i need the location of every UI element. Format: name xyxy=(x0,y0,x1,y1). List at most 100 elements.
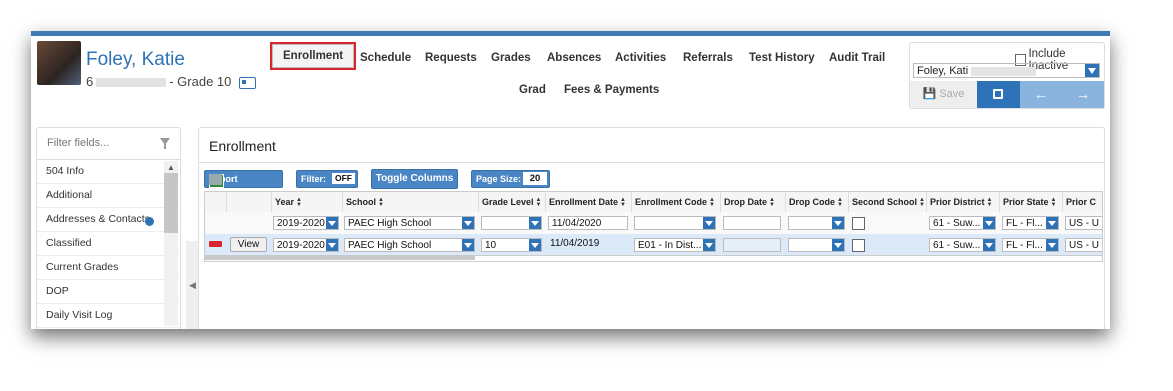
student-id-line: 6 - Grade 10 xyxy=(86,74,257,89)
column-header-second-school[interactable]: Second School ▲ ▼ xyxy=(848,192,926,212)
sidebar-item-daily-visit-log[interactable]: Daily Visit Log xyxy=(37,304,180,328)
delete-row-icon[interactable] xyxy=(209,241,222,247)
prior-district-select[interactable]: 61 - Suw... xyxy=(929,238,996,252)
tab-grad[interactable]: Grad xyxy=(519,84,546,96)
enrollment-grid: Year ▲ ▼ School ▲ ▼ Grade Level ▲ ▼ Enrollment… xyxy=(204,191,1103,262)
filter-enrollment-code-select[interactable] xyxy=(634,216,716,230)
tab-schedule[interactable]: Schedule xyxy=(360,52,411,64)
column-header-enrollment-code[interactable]: Enrollment Code ▲ ▼ xyxy=(631,192,720,212)
save-icon: 💾 xyxy=(922,88,937,100)
second-school-checkbox[interactable] xyxy=(852,239,865,252)
chevron-down-icon[interactable] xyxy=(1085,64,1099,77)
column-header-enrollment-date[interactable]: Enrollment Date ▲ ▼ xyxy=(545,192,631,212)
column-header-prior-state[interactable]: Prior State ▲ ▼ xyxy=(999,192,1062,212)
tab-activities[interactable]: Activities xyxy=(615,52,666,64)
filter-prior-district-select[interactable]: 61 - Suw... xyxy=(929,216,996,230)
filter-drop-code-select[interactable] xyxy=(788,216,845,230)
sidebar-item-additional[interactable]: Additional xyxy=(37,184,180,208)
enrollment-date-value[interactable]: 11/04/2019 xyxy=(550,238,599,249)
prior-state-select[interactable]: FL - Fl... xyxy=(1002,238,1059,252)
chevron-down-icon xyxy=(703,239,715,251)
id-card-icon[interactable] xyxy=(239,76,257,89)
tab-audit-trail[interactable]: Audit Trail xyxy=(829,52,885,64)
grid-horizontal-scrollbar[interactable] xyxy=(205,255,475,260)
year-select[interactable]: 2019-2020 xyxy=(273,238,339,252)
filter-fields-input[interactable]: Filter fields... xyxy=(37,128,180,160)
filter-toggle[interactable]: Filter: OFF xyxy=(296,170,358,188)
export-button[interactable]: Export xyxy=(204,170,283,188)
tab-requests[interactable]: Requests xyxy=(425,52,477,64)
right-arrow-icon: → xyxy=(1076,86,1090,102)
filter-school-select[interactable]: PAEC High School xyxy=(344,216,475,230)
next-student-button[interactable]: → xyxy=(1062,81,1104,108)
sidebar-item-current-grades[interactable]: Current Grades xyxy=(37,256,180,280)
page-size-control[interactable]: Page Size: 20 xyxy=(471,170,550,188)
enrollment-code-select[interactable]: E01 - In Dist... xyxy=(634,238,716,252)
tab-referrals[interactable]: Referrals xyxy=(683,52,733,64)
column-header-prior-district[interactable]: Prior District ▲ ▼ xyxy=(926,192,999,212)
drop-date-input[interactable] xyxy=(723,238,781,252)
scrollbar-thumb[interactable] xyxy=(164,173,178,233)
filter-drop-date-input[interactable] xyxy=(723,216,781,230)
save-label: Save xyxy=(939,88,965,100)
filter-year-select[interactable]: 2019-2020 xyxy=(273,216,339,230)
column-header-grade-level[interactable]: Grade Level ▲ ▼ xyxy=(478,192,545,212)
column-header-prior-country[interactable]: Prior C xyxy=(1062,192,1102,212)
column-header-school[interactable]: School ▲ ▼ xyxy=(342,192,478,212)
student-id-prefix: 6 xyxy=(86,74,94,89)
left-arrow-icon: ← xyxy=(1034,86,1048,102)
chevron-down-icon xyxy=(832,239,844,251)
sort-icon: ▲ ▼ xyxy=(620,196,626,208)
column-header-drop-code[interactable]: Drop Code ▲ ▼ xyxy=(785,192,848,212)
print-icon[interactable] xyxy=(209,174,222,185)
sidebar-item-classified[interactable]: Classified xyxy=(37,232,180,256)
filter-fields-placeholder: Filter fields... xyxy=(47,137,110,149)
filter-prior-country-select[interactable]: US - U xyxy=(1065,216,1102,230)
sidebar-scrollbar[interactable]: ▲ xyxy=(164,161,178,326)
sort-icon: ▲ ▼ xyxy=(837,196,843,208)
chevron-down-icon xyxy=(832,217,844,229)
page-size-input[interactable]: 20 xyxy=(523,172,547,185)
grade-level-select[interactable]: 10 xyxy=(481,238,542,252)
chevron-down-icon xyxy=(326,217,338,229)
student-name[interactable]: Foley, Katie xyxy=(86,49,185,71)
tab-absences[interactable]: Absences xyxy=(547,52,601,64)
chevron-down-icon xyxy=(983,239,995,251)
sort-icon: ▲ ▼ xyxy=(986,196,993,208)
sidebar-item-dop[interactable]: DOP xyxy=(37,280,180,304)
filter-prior-state-select[interactable]: FL - Fl... xyxy=(1002,216,1059,230)
view-button[interactable]: View xyxy=(230,237,267,252)
table-row: View 2019-2020 PAEC High School 10 11/04… xyxy=(205,234,1102,256)
sidebar-item-addresses-contacts[interactable]: Addresses & Contacts xyxy=(37,208,180,232)
student-select[interactable]: Foley, Kati xyxy=(913,63,1100,78)
filter-icon xyxy=(160,138,170,149)
sidebar-item-504-info[interactable]: 504 Info xyxy=(37,160,180,184)
toggle-columns-button[interactable]: Toggle Columns xyxy=(371,169,458,189)
grid-header-row: Year ▲ ▼ School ▲ ▼ Grade Level ▲ ▼ Enrollment… xyxy=(205,192,1102,213)
filter-second-school-checkbox[interactable] xyxy=(852,217,865,230)
filter-grade-level-select[interactable] xyxy=(481,216,542,230)
chevron-down-icon xyxy=(1046,217,1058,229)
drop-code-select[interactable] xyxy=(788,238,845,252)
sort-icon: ▲ ▼ xyxy=(769,196,775,208)
chevron-down-icon xyxy=(703,217,715,229)
save-button[interactable]: 💾 Save xyxy=(910,81,977,108)
school-select[interactable]: PAEC High School xyxy=(344,238,475,252)
student-grade: - Grade 10 xyxy=(169,74,232,89)
column-header-drop-date[interactable]: Drop Date ▲ ▼ xyxy=(720,192,785,212)
tab-fees-payments[interactable]: Fees & Payments xyxy=(564,84,659,96)
print-button[interactable] xyxy=(977,81,1020,108)
scroll-up-icon[interactable]: ▲ xyxy=(167,163,175,172)
top-strip xyxy=(31,31,1110,36)
tab-grades[interactable]: Grades xyxy=(491,52,531,64)
tab-enrollment[interactable]: Enrollment xyxy=(270,42,357,70)
filter-enrollment-date-input[interactable]: 11/04/2020 xyxy=(548,216,628,230)
sort-icon: ▲ ▼ xyxy=(378,196,384,208)
student-selector-panel: Include Inactive Foley, Kati 💾 Save ← → xyxy=(909,42,1105,109)
prior-country-select[interactable]: US - U xyxy=(1065,238,1102,252)
tab-test-history[interactable]: Test History xyxy=(749,52,815,64)
header-spacer xyxy=(205,192,226,212)
redacted-id xyxy=(96,78,167,88)
previous-student-button[interactable]: ← xyxy=(1020,81,1062,108)
column-header-year[interactable]: Year ▲ ▼ xyxy=(271,192,342,212)
